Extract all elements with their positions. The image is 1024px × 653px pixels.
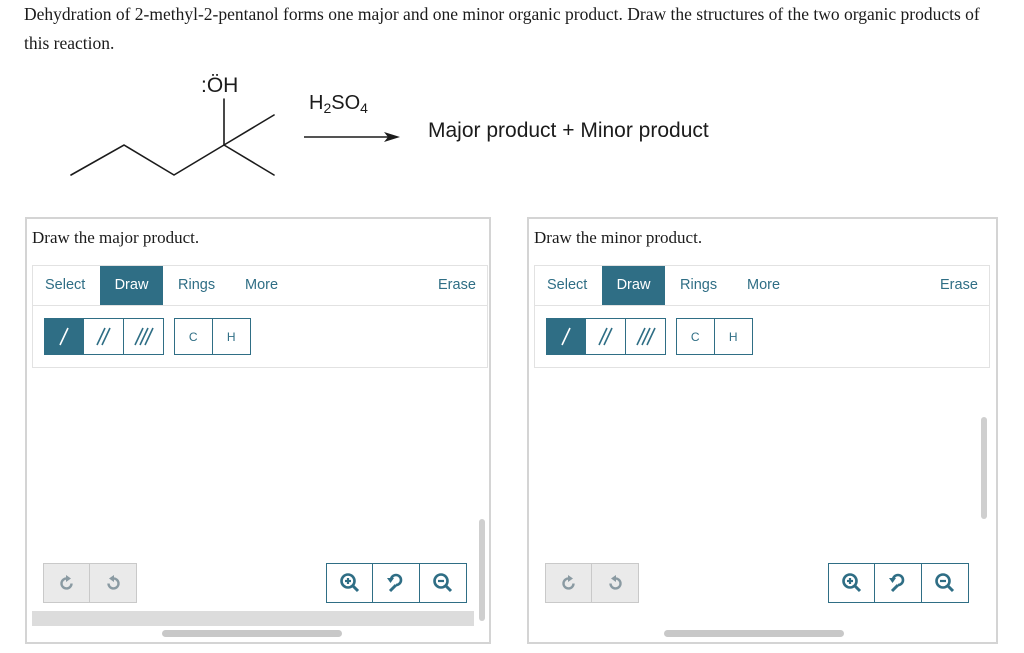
editor-toolbar: Select Draw Rings More Erase bbox=[32, 265, 488, 305]
zoom-tools bbox=[828, 563, 969, 603]
history-tools bbox=[545, 563, 639, 603]
erase-button[interactable]: Erase bbox=[438, 266, 476, 305]
carbon-atom-button[interactable]: C bbox=[175, 319, 213, 354]
vertical-scrollbar[interactable] bbox=[981, 417, 987, 519]
double-bond-icon[interactable] bbox=[84, 319, 124, 354]
triple-bond-icon[interactable] bbox=[124, 319, 163, 354]
panel-title: Draw the major product. bbox=[32, 228, 200, 247]
atom-tools: C H bbox=[676, 318, 753, 355]
bond-tools bbox=[44, 318, 164, 355]
redo-icon[interactable] bbox=[90, 564, 136, 602]
bond-tools bbox=[546, 318, 666, 355]
editor-toolbar: Select Draw Rings More Erase bbox=[534, 265, 990, 305]
horizontal-scrollbar[interactable] bbox=[664, 630, 844, 637]
tab-draw[interactable]: Draw bbox=[100, 266, 163, 305]
undo-icon[interactable] bbox=[546, 564, 592, 602]
tab-select[interactable]: Select bbox=[45, 266, 85, 305]
zoom-out-icon[interactable] bbox=[922, 564, 968, 602]
question-text: Dehydration of 2-methyl-2-pentanol forms… bbox=[24, 4, 980, 53]
products-label: Major product + Minor product bbox=[428, 119, 709, 142]
draw-options-bar: C H bbox=[32, 305, 488, 368]
hydroxyl-label: :ÖH bbox=[201, 74, 239, 97]
zoom-reset-icon[interactable] bbox=[373, 564, 420, 602]
zoom-in-icon[interactable] bbox=[327, 564, 374, 602]
horizontal-scrollbar[interactable] bbox=[162, 630, 342, 637]
horizontal-scroll-track bbox=[32, 611, 474, 626]
panel-title: Draw the minor product. bbox=[534, 228, 703, 247]
minor-product-panel: Draw the minor product. Select Draw Ring… bbox=[527, 217, 998, 644]
tab-more[interactable]: More bbox=[747, 266, 780, 305]
tab-select[interactable]: Select bbox=[547, 266, 587, 305]
draw-options-bar: C H bbox=[534, 305, 990, 368]
hydrogen-atom-button[interactable]: H bbox=[715, 319, 753, 354]
zoom-in-icon[interactable] bbox=[829, 564, 876, 602]
erase-button[interactable]: Erase bbox=[940, 266, 978, 305]
zoom-reset-icon[interactable] bbox=[875, 564, 922, 602]
hydrogen-atom-button[interactable]: H bbox=[213, 319, 251, 354]
tab-rings[interactable]: Rings bbox=[178, 266, 215, 305]
reagent-label: H2SO4 bbox=[309, 92, 368, 116]
tab-more[interactable]: More bbox=[245, 266, 278, 305]
tab-rings[interactable]: Rings bbox=[680, 266, 717, 305]
tab-draw[interactable]: Draw bbox=[602, 266, 665, 305]
zoom-tools bbox=[326, 563, 467, 603]
single-bond-icon[interactable] bbox=[547, 319, 587, 354]
vertical-scrollbar[interactable] bbox=[479, 519, 485, 621]
history-tools bbox=[43, 563, 137, 603]
double-bond-icon[interactable] bbox=[586, 319, 626, 354]
carbon-atom-button[interactable]: C bbox=[677, 319, 715, 354]
atom-tools: C H bbox=[174, 318, 251, 355]
redo-icon[interactable] bbox=[592, 564, 638, 602]
single-bond-icon[interactable] bbox=[45, 319, 85, 354]
undo-icon[interactable] bbox=[44, 564, 90, 602]
zoom-out-icon[interactable] bbox=[420, 564, 466, 602]
reaction-arrow bbox=[304, 132, 400, 142]
major-product-panel: Draw the major product. Select Draw Ring… bbox=[25, 217, 491, 644]
triple-bond-icon[interactable] bbox=[626, 319, 665, 354]
